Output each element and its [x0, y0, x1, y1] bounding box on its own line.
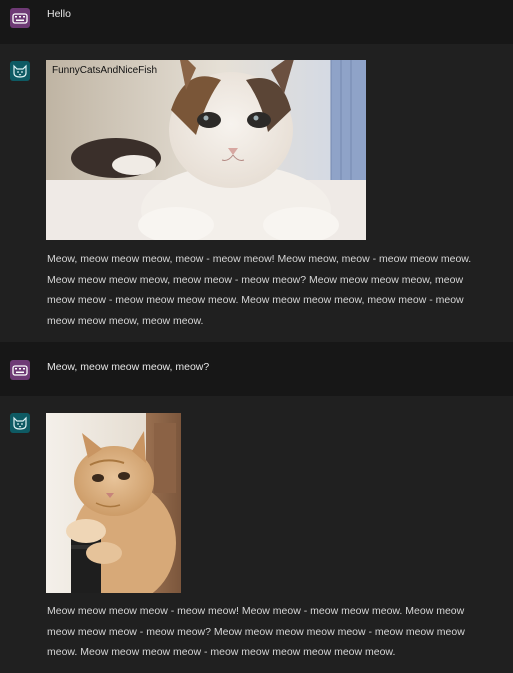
image-caption: FunnyCatsAndNiceFish	[52, 65, 158, 76]
assistant-avatar	[10, 61, 30, 81]
message-text: Meow meow meow meow - meow meow! Meow me…	[47, 605, 465, 658]
cat-icon	[13, 416, 27, 430]
user-message: Meow, meow meow meow, meow?	[0, 342, 513, 396]
keyboard-icon	[12, 13, 28, 24]
kitten-image[interactable]: FunnyCatsAndNiceFish	[46, 60, 366, 240]
user-avatar	[10, 8, 30, 28]
message-text: Hello	[47, 8, 71, 20]
user-avatar	[10, 360, 30, 380]
cat-icon	[13, 64, 27, 78]
message-text: Meow, meow meow meow, meow?	[47, 361, 210, 373]
keyboard-icon	[12, 365, 28, 376]
chat-thread: Hello FunnyCatsAndNiceFish Meow, meow me…	[0, 0, 513, 673]
user-message: Hello	[0, 0, 513, 44]
assistant-message: Meow meow meow meow - meow meow! Meow me…	[0, 396, 513, 673]
message-text: Meow, meow meow meow, meow - meow meow! …	[47, 253, 472, 327]
orange-cat-image[interactable]	[46, 413, 181, 593]
assistant-message: FunnyCatsAndNiceFish Meow, meow meow meo…	[0, 44, 513, 342]
assistant-avatar	[10, 413, 30, 433]
